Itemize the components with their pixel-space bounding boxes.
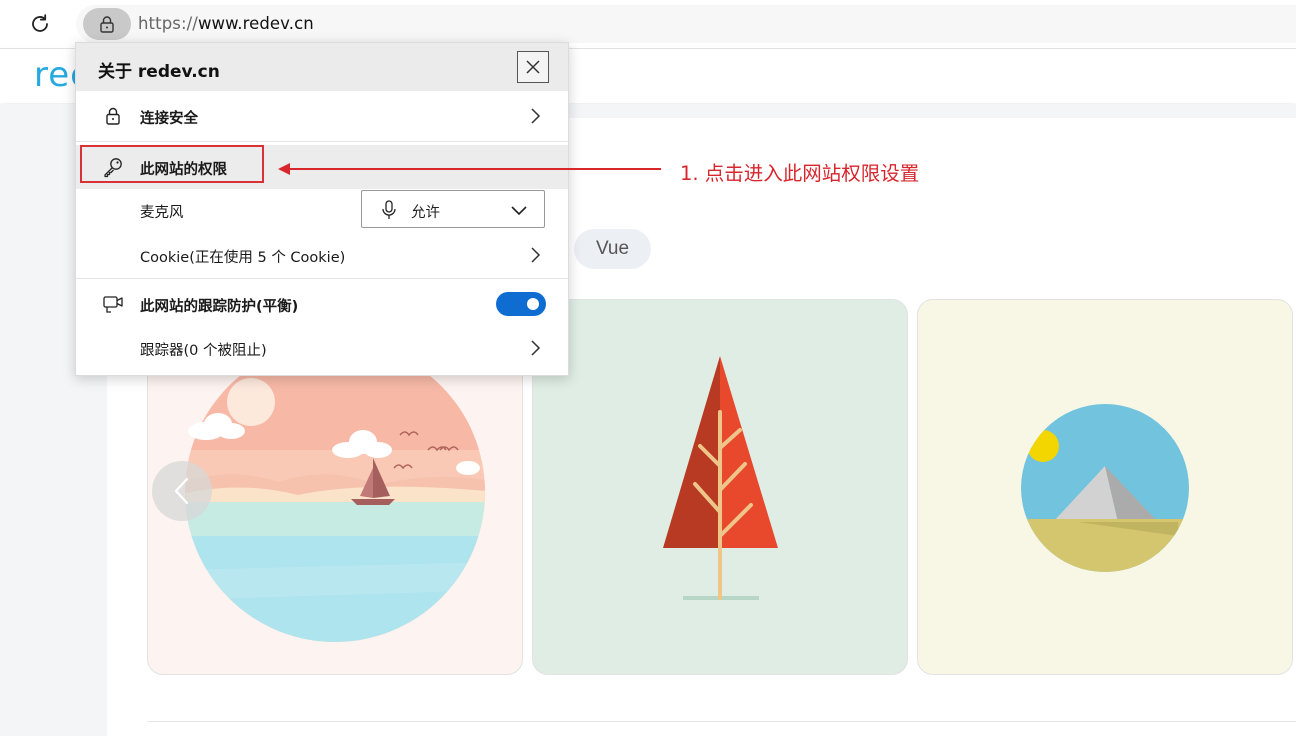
popup-divider [76, 278, 568, 279]
url-scheme: https:// [138, 14, 198, 33]
tag-vue[interactable]: Vue [574, 229, 651, 269]
site-info-button[interactable] [83, 8, 131, 40]
lock-icon [100, 16, 114, 33]
chevron-left-icon [174, 477, 189, 505]
site-info-popup: 关于 redev.cn 连接安全 此网站的权限 麦克风 允许 Cookie(正在… [75, 42, 569, 376]
connection-security-label: 连接安全 [140, 111, 198, 127]
url-text[interactable]: https://www.redev.cn [138, 14, 314, 33]
microphone-label: 麦克风 [140, 205, 184, 221]
connection-security-row[interactable]: 连接安全 [76, 91, 568, 141]
content-divider [147, 721, 1296, 722]
reload-button[interactable] [24, 8, 56, 40]
annotation-text: 1. 点击进入此网站权限设置 [680, 162, 920, 185]
popup-divider [76, 141, 568, 142]
trackers-row[interactable]: 跟踪器(0 个被阻止) [76, 327, 568, 371]
annotation-arrow [278, 163, 661, 175]
carousel-prev-button[interactable] [152, 461, 212, 521]
browser-toolbar: https://www.redev.cn [0, 0, 1296, 48]
chevron-right-icon [527, 340, 543, 356]
chevron-right-icon [527, 108, 543, 124]
url-host: www.redev.cn [197, 14, 314, 33]
microphone-permission-select[interactable]: 允许 [361, 190, 545, 228]
gallery-card[interactable] [917, 299, 1293, 675]
close-button[interactable] [517, 51, 549, 83]
gallery-card[interactable] [532, 299, 908, 675]
tracking-prevention-toggle[interactable] [496, 292, 546, 316]
cookies-row[interactable]: Cookie(正在使用 5 个 Cookie) [76, 233, 568, 277]
tree-illustration [663, 356, 778, 600]
chevron-right-icon [527, 247, 543, 263]
microphone-permission-value: 允许 [411, 205, 440, 221]
lock-icon [102, 105, 124, 127]
close-icon [526, 60, 540, 74]
tracking-prevention-row: 此网站的跟踪防护(平衡) [76, 281, 568, 327]
annotation-highlight-box [80, 145, 264, 183]
trackers-label: 跟踪器(0 个被阻止) [140, 343, 267, 359]
microphone-icon [381, 200, 397, 224]
mountain-illustration [1021, 404, 1189, 572]
tracking-camera-icon [102, 293, 124, 315]
chevron-down-icon [510, 202, 528, 221]
address-bar[interactable]: https://www.redev.cn [76, 5, 1296, 43]
cookies-label: Cookie(正在使用 5 个 Cookie) [140, 250, 346, 266]
popup-header: 关于 redev.cn [76, 43, 568, 91]
reload-icon [32, 14, 48, 32]
tracking-prevention-label: 此网站的跟踪防护(平衡) [140, 299, 299, 315]
toggle-knob [527, 298, 539, 310]
popup-title: 关于 redev.cn [98, 62, 220, 82]
